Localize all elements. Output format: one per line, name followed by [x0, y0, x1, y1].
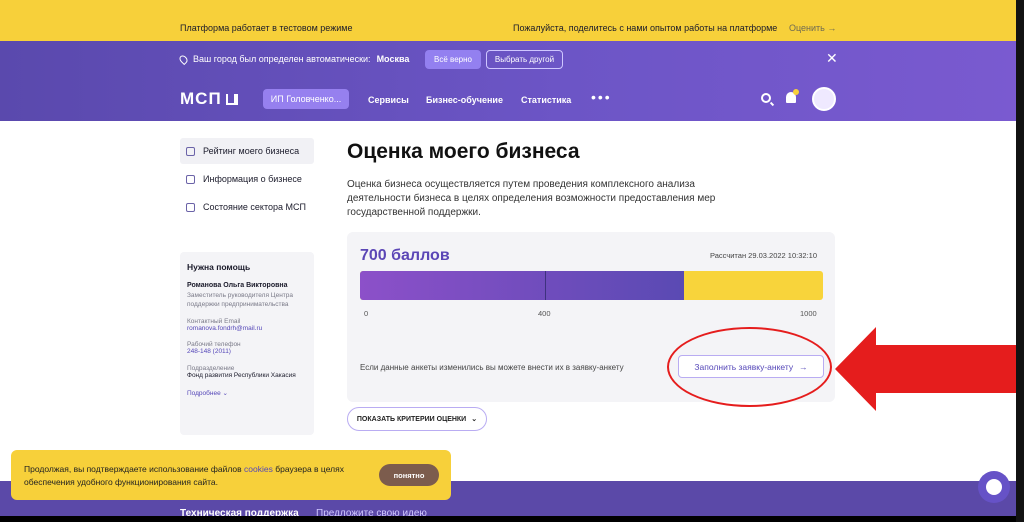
account-switcher[interactable]: ИП Головченко... [263, 89, 349, 109]
calculated-timestamp: Рассчитан 29.03.2022 10:32:10 [710, 251, 817, 260]
test-mode-notice: Платформа работает в тестовом режиме [180, 23, 353, 33]
logo-text: МСП [180, 89, 222, 108]
nav-business-education[interactable]: Бизнес-обучение [426, 95, 503, 105]
page-title: Оценка моего бизнеса [347, 140, 580, 163]
header: Ваш город был определен автоматически: М… [0, 41, 1024, 121]
sidebar-item-label: Состояние сектора МСП [203, 202, 306, 212]
manager-position: Заместитель руководителя Центра поддержк… [187, 292, 294, 308]
score-bar-fill [360, 271, 685, 300]
feedback-text: Пожалуйста, поделитесь с нами опытом раб… [513, 23, 778, 33]
logo[interactable]: МСП [180, 89, 238, 109]
rate-link[interactable]: Оценить → [789, 23, 836, 33]
change-city-button[interactable]: Выбрать другой [486, 50, 563, 69]
notification-badge [793, 89, 799, 95]
score-bar [360, 271, 823, 300]
sidebar-item-rating[interactable]: Рейтинг моего бизнеса [180, 138, 314, 164]
manager-name: Романова Ольга Викторовна [187, 282, 288, 289]
annotation-circle [667, 327, 832, 407]
cookie-link[interactable]: cookies [244, 464, 273, 474]
confirm-city-button[interactable]: Всё верно [425, 50, 481, 69]
bar-chart-icon [186, 146, 195, 156]
cookie-text-start: Продолжая, вы подтверждаете использовани… [24, 464, 242, 474]
sidebar-item-sector-state[interactable]: Состояние сектора МСП [180, 194, 314, 220]
chat-bubble-icon [986, 479, 1002, 495]
dept-name: Фонд развития Республики Хакасия [187, 372, 296, 380]
threshold-marker [545, 271, 547, 300]
phone-label: Рабочий телефон [187, 341, 241, 349]
sector-icon [186, 202, 195, 212]
email-label: Контактный Email [187, 317, 241, 325]
page-description: Оценка бизнеса осуществляется путем пров… [347, 179, 716, 218]
email-link[interactable]: romanova.fondrh@mail.ru [187, 325, 307, 334]
sidebar-item-label: Рейтинг моего бизнеса [203, 146, 300, 156]
cookie-accept-button[interactable]: понятно [379, 464, 439, 486]
location-pin-icon [177, 53, 190, 65]
chat-button[interactable] [978, 471, 1010, 503]
help-card: Нужна помощь Романова Ольга Викторовна З… [180, 252, 314, 435]
tick-threshold: 400 [538, 309, 551, 318]
help-title: Нужна помощь [187, 262, 251, 272]
more-menu-icon[interactable]: ••• [591, 89, 612, 105]
city-name: Москва [376, 54, 410, 64]
tick-max: 1000 [800, 309, 817, 318]
more-link[interactable]: Подробнее ⌄ [187, 389, 307, 397]
nav-statistics[interactable]: Статистика [521, 95, 571, 105]
sidebar: Рейтинг моего бизнеса Информация о бизне… [180, 138, 314, 222]
show-criteria-button[interactable]: ПОКАЗАТЬ КРИТЕРИИ ОЦЕНКИ ⌄ [347, 407, 487, 431]
annotation-arrow-icon [835, 327, 1024, 411]
cookie-text: Продолжая, вы подтверждаете использовани… [24, 463, 354, 489]
show-criteria-label: ПОКАЗАТЬ КРИТЕРИИ ОЦЕНКИ [356, 415, 467, 423]
city-detection: Ваш город был определен автоматически: М… [177, 53, 410, 65]
phone-link[interactable]: 248-148 (2011) [187, 348, 307, 357]
screen-right-edge [1016, 0, 1024, 522]
tick-min: 0 [364, 309, 369, 318]
test-mode-banner: Платформа работает в тестовом режиме Пож… [0, 0, 1024, 41]
update-note: Если данные анкеты изменились вы можете … [360, 363, 624, 372]
nav-services[interactable]: Сервисы [368, 95, 409, 105]
chevron-down-icon: ⌄ [471, 416, 478, 423]
screen-bottom-edge [0, 516, 1024, 522]
dept-label: Подразделение [187, 365, 235, 373]
close-icon[interactable]: ✕ [826, 50, 838, 67]
city-text: Ваш город был определен автоматически: [193, 54, 371, 64]
sidebar-item-business-info[interactable]: Информация о бизнесе [180, 166, 314, 192]
briefcase-icon [186, 174, 195, 184]
sidebar-item-label: Информация о бизнесе [203, 174, 302, 184]
logo-mark-icon [225, 93, 238, 105]
search-icon[interactable] [761, 93, 771, 103]
cookie-banner: Продолжая, вы подтверждаете использовани… [11, 450, 451, 500]
avatar[interactable] [812, 87, 836, 111]
score-value: 700 баллов [360, 247, 450, 264]
